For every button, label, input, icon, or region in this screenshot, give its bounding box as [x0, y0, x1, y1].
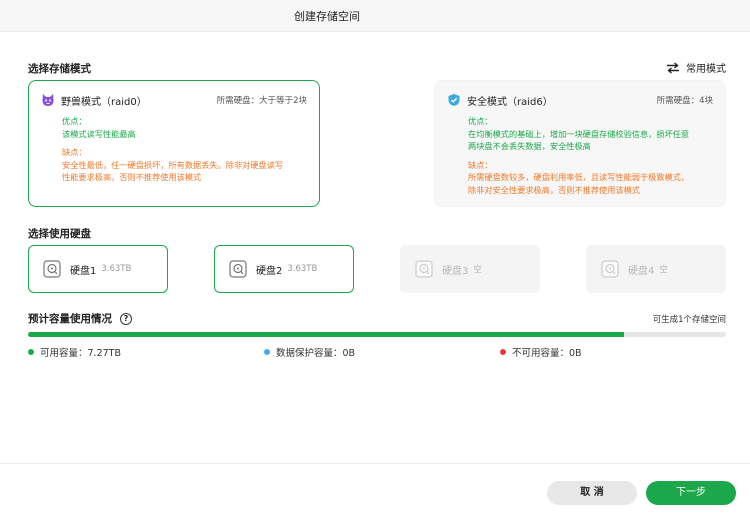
dialog-title: 创建存储空间: [294, 10, 360, 23]
cons-title: 缺点：: [468, 159, 493, 170]
mode-name: 安全模式（raid6）: [467, 96, 553, 108]
disk-icon: [601, 260, 619, 278]
next-button[interactable]: 下一步: [646, 481, 736, 505]
mode-requirement: 所需硬盘：大于等于2块: [216, 96, 307, 106]
legend-protection: 数据保护容量：0B: [264, 345, 355, 359]
help-icon[interactable]: ?: [120, 312, 132, 325]
legend-available: 可用容量：7.27TB: [28, 345, 121, 359]
mode-card-raid6[interactable]: 安全模式（raid6） 所需硬盘：4块 优点： 在均衡模式的基础上，增加一块硬盘…: [434, 80, 726, 207]
pros-text-line: 两块盘不会丢失数据，安全性极高: [468, 141, 591, 151]
disk-size: 3.63TB: [287, 264, 318, 274]
cons-text-line: 所需硬盘数较多，硬盘利用率低，且读写性能弱于极致模式，: [468, 172, 690, 182]
cons-title: 缺点：: [62, 147, 87, 157]
capacity-bar: [28, 332, 726, 337]
legend-dot: [500, 349, 506, 355]
storage-mode-title: 选择存储模式: [28, 63, 91, 75]
disk-name: 硬盘3: [442, 265, 469, 277]
beast-mode-icon: [42, 94, 54, 106]
capacity-header: 预计容量使用情况 ?: [28, 311, 132, 326]
disk-card-1[interactable]: 硬盘1 3.63TB: [28, 245, 168, 293]
disk-size: 3.63TB: [101, 264, 132, 274]
pros-text: 该模式读写性能最高: [62, 128, 136, 139]
shield-icon: [448, 94, 460, 106]
disk-icon: [415, 260, 433, 278]
disk-size: 空: [659, 265, 668, 275]
mode-card-raid0[interactable]: 野兽模式（raid0） 所需硬盘：大于等于2块 优点： 该模式读写性能最高 缺点…: [28, 80, 320, 207]
disk-card-2[interactable]: 硬盘2 3.63TB: [214, 245, 354, 293]
disk-icon: [43, 260, 61, 278]
dialog-titlebar: 创建存储空间: [0, 0, 750, 32]
legend-dot: [264, 349, 270, 355]
legend-label: 不可用容量：0B: [512, 348, 582, 359]
disk-card-4: 硬盘4 空: [586, 245, 726, 293]
cons-text-line: 性能要求极高，否则不推荐使用该模式: [62, 172, 202, 182]
mode-requirement: 所需硬盘：4块: [656, 96, 713, 106]
legend-unavailable: 不可用容量：0B: [500, 345, 582, 359]
dialog-footer: 取 消 下一步: [0, 463, 750, 517]
capacity-title: 预计容量使用情况: [28, 313, 112, 325]
pros-title: 优点：: [62, 116, 87, 126]
disk-name: 硬盘2: [256, 265, 283, 277]
common-mode-label: 常用模式: [686, 64, 726, 75]
disk-card-3: 硬盘3 空: [400, 245, 540, 293]
common-mode-switch[interactable]: 常用模式: [666, 60, 726, 75]
capacity-summary: 可生成1个存储空间: [652, 315, 726, 325]
disk-name: 硬盘4: [628, 265, 655, 277]
disk-icon: [229, 260, 247, 278]
cons-text-line: 除非对安全性要求极高，否则不推荐使用该模式: [468, 184, 640, 195]
mode-name: 野兽模式（raid0）: [61, 96, 147, 108]
legend-label: 数据保护容量：0B: [276, 348, 356, 359]
pros-text-line: 在均衡模式的基础上，增加一块硬盘存储校验信息，损坏任意: [468, 128, 690, 139]
disk-size: 空: [473, 265, 482, 275]
pros-title: 优点：: [468, 116, 493, 126]
legend-dot: [28, 349, 34, 355]
legend-label: 可用容量：7.27TB: [40, 348, 121, 359]
capacity-bar-fill: [28, 332, 625, 337]
swap-icon: [667, 61, 679, 74]
cancel-button[interactable]: 取 消: [547, 481, 637, 505]
disk-select-title: 选择使用硬盘: [28, 228, 91, 240]
cons-text-line: 安全性最低，任一硬盘损坏，所有数据丢失。除非对硬盘读写: [62, 159, 284, 170]
disk-name: 硬盘1: [70, 265, 97, 277]
